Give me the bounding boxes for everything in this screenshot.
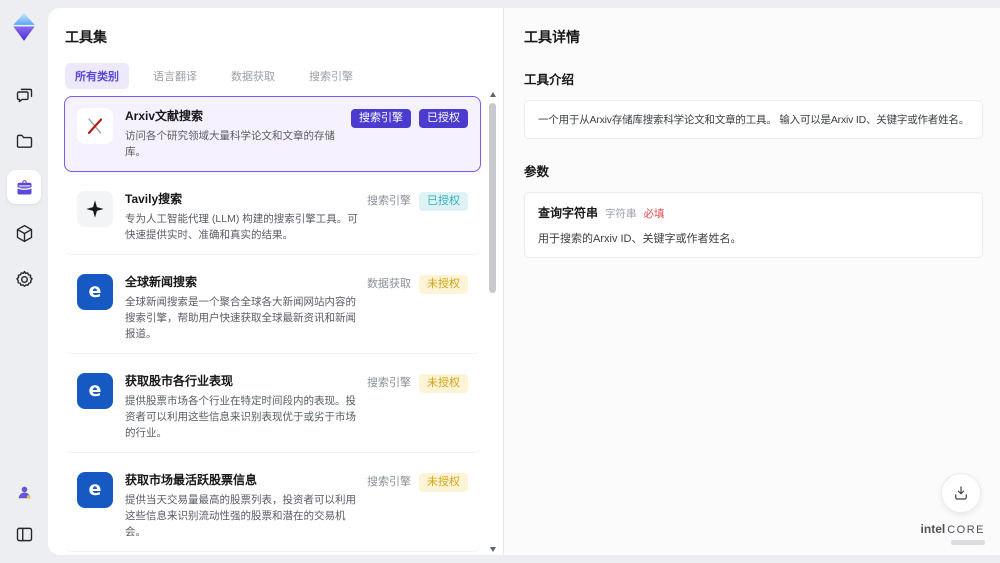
tool-category-badge: 数据获取	[367, 278, 411, 290]
tool-description: 全球新闻搜索是一个聚合全球各大新闻网站内容的搜索引擎，帮助用户快速获取全球最新资…	[125, 296, 356, 340]
download-button[interactable]	[941, 473, 981, 513]
tool-card[interactable]: e 获取股市各行业表现 提供股票市场各个行业在特定时间段内的表现。投资者可以利用…	[64, 361, 481, 453]
tool-category-badge: 搜索引擎	[367, 195, 411, 207]
tool-name: 获取市场最活跃股票信息	[125, 473, 258, 487]
intro-heading: 工具介绍	[524, 73, 575, 87]
tab-data-fetch[interactable]: 数据获取	[221, 63, 285, 89]
sidebar-bottom	[0, 475, 48, 551]
tool-description: 提供股票市场各个行业在特定时间段内的表现。投资者可以利用这些信息来识别表现优于或…	[125, 395, 356, 439]
tool-name: Arxiv文献搜索	[125, 109, 204, 123]
package-icon[interactable]	[7, 216, 41, 250]
tavily-icon	[77, 191, 113, 227]
scroll-down-arrow-icon[interactable]	[490, 547, 496, 552]
tool-auth-badge: 未授权	[419, 374, 468, 393]
user-avatar-icon[interactable]	[7, 475, 41, 509]
tool-auth-badge: 未授权	[419, 275, 468, 294]
brand-subtext-bar	[951, 540, 985, 545]
download-icon	[955, 486, 967, 500]
tab-search-engine[interactable]: 搜索引擎	[299, 63, 363, 89]
tool-card[interactable]: Tavily搜索 专为人工智能代理 (LLM) 构建的搜索引擎工具。可快速提供实…	[64, 179, 481, 255]
tool-card[interactable]: e 获取市场最活跃股票信息 提供当天交易量最高的股票列表，投资者可以利用这些信息…	[64, 460, 481, 552]
tool-category-badge: 搜索引擎	[367, 476, 411, 488]
tool-description: 访问各个研究领域大量科学论文和文章的存储库。	[125, 130, 335, 158]
tool-name: Tavily搜索	[125, 192, 183, 206]
tools-panel: 工具集 所有类别 语言翻译 数据获取 搜索引擎 Arxiv文献搜索 访问各个研究…	[48, 8, 503, 555]
param-type: 字符串	[605, 208, 637, 220]
tool-auth-badge: 未授权	[419, 473, 468, 492]
details-panel: 工具详情 工具介绍 一个用于从Arxiv存储库搜索科学论文和文章的工具。 输入可…	[503, 8, 1000, 555]
tool-description: 提供当天交易量最高的股票列表，投资者可以利用这些信息来识别流动性强的股票和潜在的…	[125, 494, 356, 538]
briefcase-icon[interactable]	[7, 170, 41, 204]
tool-category-badge: 搜索引擎	[367, 377, 411, 389]
sidebar-rail	[0, 0, 48, 563]
chat-icon[interactable]	[7, 78, 41, 112]
eastmoney-icon: e	[77, 373, 113, 409]
arxiv-icon	[77, 108, 113, 144]
tab-language-translation[interactable]: 语言翻译	[143, 63, 207, 89]
intel-core-logo: intel CORE	[921, 520, 985, 545]
intro-box: 一个用于从Arxiv存储库搜索科学论文和文章的工具。 输入可以是Arxiv ID…	[524, 100, 983, 139]
app-window: 工具集 所有类别 语言翻译 数据获取 搜索引擎 Arxiv文献搜索 访问各个研究…	[0, 0, 1000, 563]
tool-list: Arxiv文献搜索 访问各个研究领域大量科学论文和文章的存储库。 搜索引擎 已授…	[64, 96, 481, 555]
tool-card[interactable]: Arxiv文献搜索 访问各个研究领域大量科学论文和文章的存储库。 搜索引擎 已授…	[64, 96, 481, 172]
tools-panel-title: 工具集	[65, 29, 107, 45]
tool-name: 获取股市各行业表现	[125, 374, 234, 388]
folder-icon[interactable]	[7, 124, 41, 158]
intro-text: 一个用于从Arxiv存储库搜索科学论文和文章的工具。 输入可以是Arxiv ID…	[538, 114, 969, 126]
params-heading: 参数	[524, 165, 550, 179]
tab-all-categories[interactable]: 所有类别	[65, 63, 129, 89]
tool-name: 全球新闻搜索	[125, 275, 198, 289]
param-required-badge: 必填	[643, 208, 665, 220]
app-logo-icon	[9, 12, 39, 42]
param-description: 用于搜索的Arxiv ID、关键字或作者姓名。	[538, 233, 742, 245]
details-title: 工具详情	[524, 29, 580, 45]
eastmoney-icon: e	[77, 472, 113, 508]
sidebar-nav	[7, 78, 41, 296]
category-tabs: 所有类别 语言翻译 数据获取 搜索引擎	[65, 63, 503, 89]
settings-gear-icon[interactable]	[7, 262, 41, 296]
tool-auth-badge: 已授权	[419, 109, 468, 128]
core-brand-text: CORE	[947, 524, 985, 536]
scroll-up-arrow-icon[interactable]	[490, 92, 496, 97]
eastmoney-icon: e	[77, 274, 113, 310]
intel-brand-text: intel	[920, 522, 946, 536]
param-box: 查询字符串 字符串 必填 用于搜索的Arxiv ID、关键字或作者姓名。	[524, 192, 983, 258]
scrollbar-thumb[interactable]	[489, 103, 496, 293]
panel-toggle-icon[interactable]	[7, 517, 41, 551]
param-name: 查询字符串	[538, 206, 599, 220]
tool-auth-badge: 已授权	[419, 192, 468, 211]
content-sheet: 工具集 所有类别 语言翻译 数据获取 搜索引擎 Arxiv文献搜索 访问各个研究…	[48, 8, 1000, 555]
list-scrollbar[interactable]	[488, 92, 498, 552]
tool-category-badge: 搜索引擎	[351, 109, 411, 128]
tool-card[interactable]: e 全球新闻搜索 全球新闻搜索是一个聚合全球各大新闻网站内容的搜索引擎，帮助用户…	[64, 262, 481, 354]
tool-description: 专为人工智能代理 (LLM) 构建的搜索引擎工具。可快速提供实时、准确和真实的结…	[125, 213, 358, 241]
